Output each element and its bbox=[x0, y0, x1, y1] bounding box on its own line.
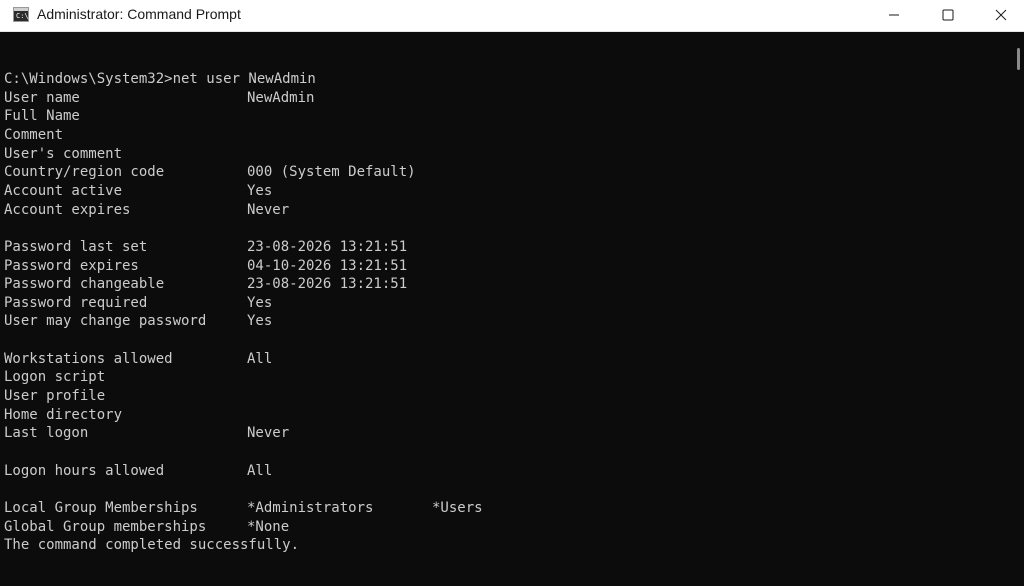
console-line-value: 23-08-2026 13:21:51 bbox=[247, 276, 408, 293]
console-line-label: Local Group Memberships bbox=[4, 499, 198, 516]
console-line-label: Account expires bbox=[4, 201, 131, 218]
console-line-label: User profile bbox=[4, 388, 106, 405]
console-line-label: Account active bbox=[4, 182, 123, 199]
window-title: Administrator: Command Prompt bbox=[37, 6, 241, 22]
console-line-label: Home directory bbox=[4, 406, 123, 423]
console-line-label: User's comment bbox=[4, 145, 123, 162]
console-line-value: 000 (System Default) bbox=[247, 164, 416, 181]
close-button[interactable] bbox=[978, 0, 1024, 30]
vertical-scrollbar[interactable] bbox=[1012, 32, 1024, 586]
console-line-value: Yes bbox=[247, 182, 273, 199]
console-line-label: Workstations allowed bbox=[4, 350, 173, 367]
app-icon-glyph: C:\_ bbox=[16, 12, 33, 20]
console-line-label: User name bbox=[4, 89, 80, 106]
command-prompt-icon[interactable]: C:\_ bbox=[13, 7, 33, 22]
console-line-label: Global Group memberships bbox=[4, 518, 207, 535]
console-line-value: All bbox=[247, 462, 273, 479]
console-line-label: Full Name bbox=[4, 108, 80, 125]
console-line-label: C:\Windows\System32>net user NewAdmin bbox=[4, 71, 316, 87]
console-line-value: All bbox=[247, 350, 273, 367]
console-output[interactable]: C:\Windows\System32>net user NewAdmin Use… bbox=[4, 32, 1012, 586]
close-icon bbox=[995, 9, 1007, 21]
console-line-value: 04-10-2026 13:21:51 bbox=[247, 257, 408, 274]
maximize-button[interactable] bbox=[925, 0, 971, 30]
title-bar[interactable]: C:\_ Administrator: Command Prompt bbox=[0, 0, 1024, 32]
console-line-label: Logon script bbox=[4, 369, 106, 386]
console-line-value: Yes bbox=[247, 294, 273, 311]
console-line-label: Country/region code bbox=[4, 164, 165, 181]
console-line-value: *None bbox=[247, 518, 290, 535]
minimize-button[interactable] bbox=[871, 0, 917, 30]
minimize-icon bbox=[889, 14, 899, 16]
console-line-value: *Administrators bbox=[247, 499, 374, 516]
maximize-icon bbox=[942, 9, 954, 21]
console-line-value: Yes bbox=[247, 313, 273, 330]
console-line-value: Never bbox=[247, 201, 290, 218]
console-line-value: NewAdmin bbox=[247, 89, 315, 106]
console-line-value: Never bbox=[247, 425, 290, 442]
console-line-label: Comment bbox=[4, 126, 64, 143]
console-line-label: Password changeable bbox=[4, 276, 165, 293]
console-line-label: Last logon bbox=[4, 425, 89, 442]
console-line-label: Password expires bbox=[4, 257, 139, 274]
console-line-label: Logon hours allowed bbox=[4, 462, 165, 479]
command-prompt-window: C:\_ Administrator: Command Prompt C:\Wi… bbox=[0, 0, 1024, 586]
console-line-label: Password required bbox=[4, 294, 148, 311]
console-line-value-secondary: *Users bbox=[432, 499, 483, 516]
console-line-value: 23-08-2026 13:21:51 bbox=[247, 238, 408, 255]
scrollbar-thumb[interactable] bbox=[1017, 48, 1020, 70]
console-line-label: User may change password bbox=[4, 313, 207, 330]
console-line-label: The command completed successfully. bbox=[4, 537, 300, 554]
console-line-label: Password last set bbox=[4, 238, 148, 255]
